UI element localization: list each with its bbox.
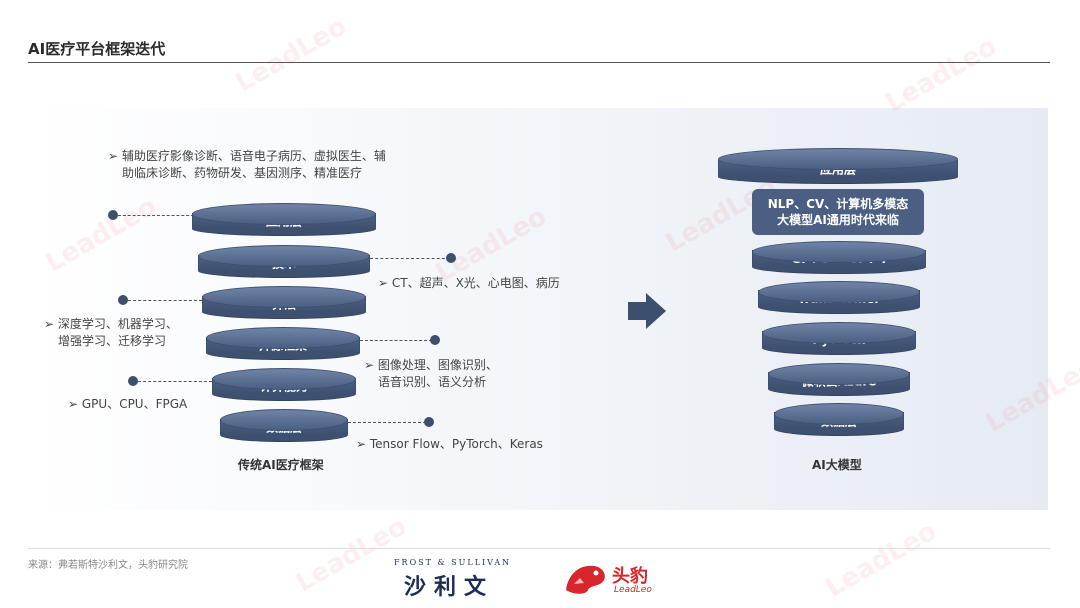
right-caption: AI大模型: [812, 458, 862, 472]
callout-line2: 大模型AI通用时代来临: [777, 213, 899, 227]
connector-line: [370, 258, 450, 259]
callout-line1: NLP、CV、计算机多模态: [767, 197, 909, 211]
note-framework-line2: 语音识别、语义分析: [378, 375, 487, 389]
frost-sullivan-logo-text: FROST & SULLIVAN: [394, 558, 512, 567]
source-note: 来源：弗若斯特沙利文，头豹研究院: [28, 560, 188, 571]
note-compute: ➢ GPU、CPU、FPGA: [68, 397, 188, 411]
note-algorithm-line1: ➢ 深度学习、机器学习、: [44, 317, 178, 331]
connector-line: [348, 422, 426, 423]
connector-dot: [128, 376, 138, 386]
connector-dot: [118, 295, 128, 305]
note-tech: ➢ CT、超声、X光、心电图、病历: [378, 276, 560, 290]
watermark-logo: LeadLeo: [820, 516, 942, 604]
connector-line: [128, 300, 202, 301]
watermark-logo: LeadLeo: [230, 11, 352, 99]
connector-line: [360, 340, 432, 341]
arrow-right-icon: [628, 293, 666, 333]
connector-dot: [430, 335, 440, 345]
connector-line: [138, 381, 212, 382]
frost-sullivan-logo: 沙利文: [404, 575, 495, 600]
note-data: ➢ Tensor Flow、PyTorch、Keras: [356, 437, 543, 451]
note-framework-line1: ➢ 图像处理、图像识别、: [364, 358, 498, 372]
title-divider: [28, 62, 1050, 63]
leopard-logo-icon: [562, 560, 608, 600]
note-app-line2: 助临床诊断、药物研发、基因测序、精准医疗: [122, 166, 363, 180]
connector-dot: [424, 417, 434, 427]
connector-dot: [446, 253, 456, 263]
note-app-line1: ➢ 辅助医疗影像诊断、语音电子病历、虚拟医生、辅: [108, 149, 386, 163]
leadleo-logo-text: LeadLeo: [614, 585, 652, 595]
note-algorithm-line2: 增强学习、迁移学习: [58, 334, 167, 348]
watermark-logo: LeadLeo: [880, 31, 1002, 119]
connector-line: [118, 215, 194, 216]
page-title: AI医疗平台框架迭代: [28, 40, 166, 58]
multimodal-callout: NLP、CV、计算机多模态 大模型AI通用时代来临: [752, 189, 924, 235]
connector-dot: [108, 210, 118, 220]
watermark-logo: LeadLeo: [290, 511, 412, 599]
footer-divider: [28, 548, 1050, 549]
left-caption: 传统AI医疗框架: [238, 458, 324, 472]
